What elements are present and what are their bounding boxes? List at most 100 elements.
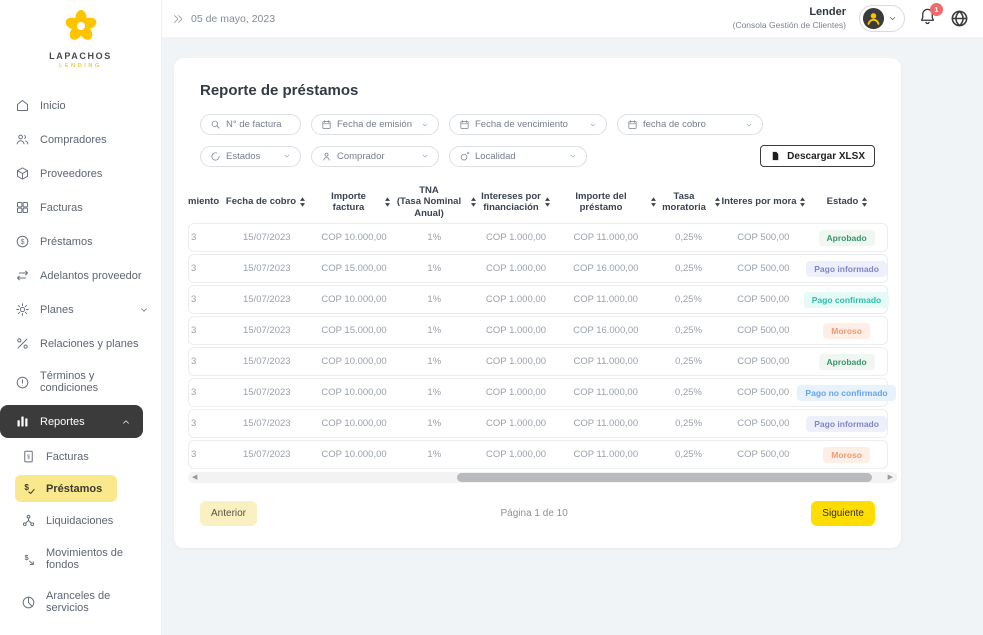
- sidebar-item-inicio[interactable]: Inicio: [0, 90, 161, 121]
- cell-5: COP 11.000,00: [555, 418, 657, 429]
- cell-2: COP 10.000,00: [317, 418, 392, 429]
- cell-4: COP 1.000,00: [477, 356, 555, 367]
- sidebar-item-movimientos-de-fondos[interactable]: $Movimientos de fondos: [0, 539, 161, 579]
- sidebar-item-label: Liquidaciones: [46, 515, 113, 527]
- column-header-5[interactable]: Importe del préstamo: [555, 191, 657, 214]
- cell-4: COP 1.000,00: [477, 325, 555, 336]
- chevron-down-icon: [139, 305, 149, 315]
- brand-subtitle: LENDING: [0, 63, 161, 69]
- column-header-2[interactable]: Importe factura: [316, 191, 391, 214]
- filter-buyer[interactable]: Comprador: [311, 146, 439, 167]
- column-label: Importe del préstamo: [555, 191, 647, 214]
- sidebar-item-reportes-prestamos[interactable]: $Préstamos: [15, 475, 117, 502]
- column-header-6[interactable]: Tasa moratoria: [657, 191, 721, 214]
- status-badge: Pago informado: [806, 416, 887, 432]
- column-header-1[interactable]: Fecha de cobro: [216, 196, 316, 207]
- double-chevron-right-icon[interactable]: [172, 13, 184, 25]
- calendar-icon: [321, 119, 332, 130]
- user-menu-button[interactable]: [859, 5, 905, 32]
- column-header-8[interactable]: Estado: [807, 196, 888, 207]
- filter-issue-date[interactable]: Fecha de emisión: [311, 114, 439, 135]
- sidebar-item-label: Préstamos: [40, 236, 93, 248]
- cell-1: 15/07/2023: [217, 387, 317, 398]
- sidebar-item-adelantos-proveedor[interactable]: Adelantos proveedor: [0, 260, 161, 291]
- sidebar-item-label: Términos y condiciones: [40, 370, 149, 394]
- right-column: 05 de mayo, 2023 Lender (Consola Gestión…: [162, 0, 983, 635]
- column-label: Interes por mora: [722, 196, 797, 207]
- invoice-number-input[interactable]: [226, 119, 291, 130]
- previous-page-button[interactable]: Anterior: [200, 501, 257, 526]
- user-name: Lender: [733, 6, 846, 20]
- cell-0: 3: [189, 356, 217, 367]
- chevron-down-icon: [421, 152, 429, 160]
- cell-3: 1%: [391, 232, 477, 243]
- sidebar-item-aranceles-de-servicios[interactable]: Aranceles de servicios: [0, 582, 161, 622]
- filter-placeholder: Localidad: [475, 151, 516, 162]
- table-row[interactable]: 315/07/2023COP 10.000,001%COP 1.000,00CO…: [188, 440, 888, 469]
- cell-7: COP 500,00: [720, 449, 806, 460]
- filter-due-date[interactable]: Fecha de vencimiento: [449, 114, 607, 135]
- status-badge: Moroso: [823, 447, 870, 463]
- sidebar-item-planes[interactable]: Planes: [0, 294, 161, 325]
- language-globe-button[interactable]: [950, 9, 969, 28]
- sidebar-item-reportes-facturas[interactable]: $Facturas: [0, 441, 161, 472]
- notifications-button[interactable]: 1: [918, 7, 937, 31]
- main-content: Reporte de préstamos Fecha de emisiónFec…: [162, 38, 983, 635]
- cell-2: COP 15.000,00: [317, 263, 392, 274]
- cell-6: 0,25%: [657, 325, 721, 336]
- horizontal-scrollbar[interactable]: ◀ ▶: [188, 472, 897, 483]
- sidebar-item-prestamos[interactable]: $Préstamos: [0, 226, 161, 257]
- cell-2: COP 10.000,00: [317, 449, 392, 460]
- topbar: 05 de mayo, 2023 Lender (Consola Gestión…: [162, 0, 983, 38]
- cell-7: COP 500,00: [720, 418, 806, 429]
- cell-2: COP 10.000,00: [317, 232, 392, 243]
- filter-collection-date[interactable]: fecha de cobro: [617, 114, 763, 135]
- sidebar-item-proveedores[interactable]: Proveedores: [0, 158, 161, 189]
- table-row[interactable]: 315/07/2023COP 10.000,001%COP 1.000,00CO…: [188, 223, 888, 252]
- cell-1: 15/07/2023: [217, 232, 317, 243]
- column-header-3[interactable]: TNA(Tasa Nominal Anual): [391, 185, 477, 219]
- sidebar-item-compradores[interactable]: Compradores: [0, 124, 161, 155]
- filter-locality[interactable]: Localidad: [449, 146, 587, 167]
- sidebar-item-liquidaciones[interactable]: Liquidaciones: [0, 505, 161, 536]
- table-row[interactable]: 315/07/2023COP 10.000,001%COP 1.000,00CO…: [188, 285, 888, 314]
- sidebar-item-terminos-y-condiciones[interactable]: Términos y condiciones: [0, 362, 161, 402]
- filter-states[interactable]: Estados: [200, 146, 301, 167]
- status-badge: Pago no confirmado: [797, 385, 895, 401]
- download-xlsx-button[interactable]: Descargar XLSX: [760, 145, 875, 167]
- sidebar-nav: InicioCompradoresProveedoresFacturas$Pré…: [0, 79, 161, 622]
- table-row[interactable]: 315/07/2023COP 15.000,001%COP 1.000,00CO…: [188, 316, 888, 345]
- column-header-4[interactable]: Intereses porfinanciación: [477, 191, 555, 214]
- scroll-left-arrow-icon[interactable]: ◀: [192, 474, 197, 481]
- cell-4: COP 1.000,00: [477, 232, 555, 243]
- table-row[interactable]: 315/07/2023COP 15.000,001%COP 1.000,00CO…: [188, 254, 888, 283]
- table-row[interactable]: 315/07/2023COP 10.000,001%COP 1.000,00CO…: [188, 378, 888, 407]
- current-date: 05 de mayo, 2023: [191, 13, 275, 25]
- cell-7: COP 500,00: [720, 325, 806, 336]
- chevron-down-icon: [888, 14, 897, 23]
- cell-7: COP 500,00: [720, 294, 806, 305]
- table-row[interactable]: 315/07/2023COP 10.000,001%COP 1.000,00CO…: [188, 409, 888, 438]
- topbar-right: Lender (Consola Gestión de Clientes): [733, 5, 969, 32]
- filter-invoice-number[interactable]: [200, 114, 301, 135]
- column-header-7[interactable]: Interes por mora: [721, 196, 807, 207]
- terms-icon: [15, 375, 30, 390]
- cell-estado: Moroso: [806, 323, 887, 339]
- scrollbar-thumb[interactable]: [457, 473, 872, 482]
- sidebar-item-relaciones-y-planes[interactable]: Relaciones y planes: [0, 328, 161, 359]
- cell-0: 3: [189, 263, 217, 274]
- table-body: 315/07/2023COP 10.000,001%COP 1.000,00CO…: [188, 223, 888, 469]
- cell-3: 1%: [391, 449, 477, 460]
- next-page-button[interactable]: Siguiente: [811, 501, 875, 526]
- buyers-icon: [15, 132, 30, 147]
- cell-5: COP 16.000,00: [555, 325, 657, 336]
- sidebar-item-reportes[interactable]: Reportes: [0, 405, 143, 438]
- scroll-right-arrow-icon[interactable]: ▶: [888, 474, 893, 481]
- filter-placeholder: fecha de cobro: [643, 119, 706, 130]
- cell-3: 1%: [391, 294, 477, 305]
- table-row[interactable]: 315/07/2023COP 10.000,001%COP 1.000,00CO…: [188, 347, 888, 376]
- cell-0: 3: [189, 387, 217, 398]
- column-label: Estado: [827, 196, 859, 207]
- sidebar-item-facturas[interactable]: Facturas: [0, 192, 161, 223]
- sort-icon: [544, 197, 551, 207]
